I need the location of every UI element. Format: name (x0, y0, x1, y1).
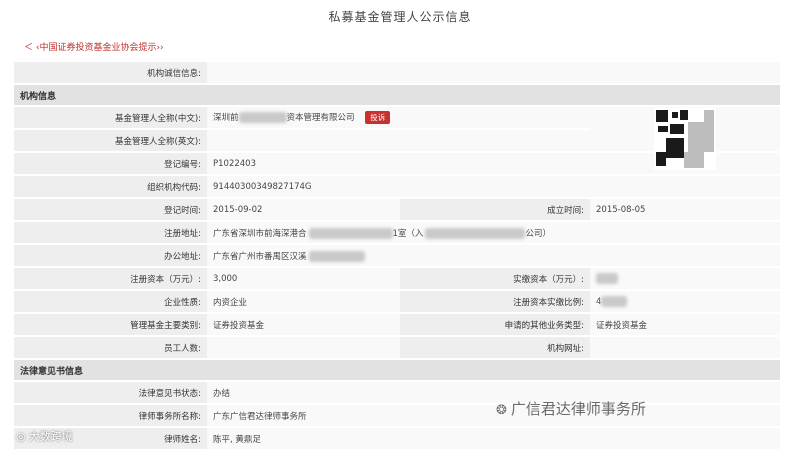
staff-label: 员工人数: (14, 336, 207, 360)
lawyer-value: 陈平, 黄鼎足 (207, 427, 780, 451)
section-header-org: 机构信息 (14, 84, 780, 107)
website-label: 机构网址: (400, 336, 590, 360)
paid-capital-value (590, 267, 780, 291)
reg-date-label: 登记时间: (14, 198, 207, 222)
legal-status-value: 办结 (207, 381, 780, 405)
table-row: 注册地址: 广东省深圳市前海深港合 1室（入 公司） (14, 221, 780, 245)
table-row: 组织机构代码: 91440300349827174G (14, 175, 780, 199)
watermark-source: ◎ 大数跨境 (16, 428, 73, 444)
est-date-label: 成立时间: (400, 198, 590, 222)
office-addr-start: 广东省广州市番禺区汉溪 (213, 251, 307, 262)
paid-capital-label: 实缴资本（万元）: (400, 267, 590, 291)
integrity-label: 机构诚信信息: (14, 62, 207, 85)
staff-value (207, 336, 400, 360)
qr-code-icon (654, 108, 716, 170)
breadcrumb-notice-link[interactable]: ＜ ‹中国证券投资基金业协会提示›› (24, 40, 164, 53)
legal-status-label: 法律意见书状态: (14, 381, 207, 405)
office-addr-value: 广东省广州市番禺区汉溪 (207, 244, 780, 268)
weibo-icon: ◎ (16, 430, 26, 443)
paid-ratio-label: 注册资本实缴比例: (400, 290, 590, 314)
table-row: 律师姓名: 陈平, 黄鼎足 (14, 427, 780, 451)
name-en-value (207, 129, 590, 153)
wechat-icon: ❂ (496, 403, 507, 418)
name-en-label: 基金管理人全称(英文): (14, 129, 207, 153)
name-cn-value: 深圳前 资本管理有限公司 投诉 (207, 106, 590, 130)
section-title-legal: 法律意见书信息 (14, 359, 780, 382)
table-row: 企业性质: 内资企业 注册资本实缴比例: 4 (14, 290, 780, 314)
redacted-block (238, 112, 287, 123)
watermark-law-firm: ❂ 广信君达律师事务所 (496, 398, 646, 419)
reg-no-label: 登记编号: (14, 152, 207, 176)
section-title-org: 机构信息 (14, 84, 780, 107)
law-firm-label: 律师事务所名称: (14, 404, 207, 428)
table-row: 律师事务所名称: 广东广信君达律师事务所 (14, 404, 780, 428)
reg-capital-value: 3,000 (207, 267, 400, 291)
complaint-badge[interactable]: 投诉 (365, 111, 391, 124)
table-row: 登记时间: 2015-09-02 成立时间: 2015-08-05 (14, 198, 780, 222)
reg-addr-value: 广东省深圳市前海深港合 1室（入 公司） (207, 221, 780, 245)
other-biz-label: 申请的其他业务类型: (400, 313, 590, 337)
fund-type-value: 证券投资基金 (207, 313, 400, 337)
reg-addr-start: 广东省深圳市前海深港合 (213, 228, 307, 239)
office-addr-label: 办公地址: (14, 244, 207, 268)
org-code-value: 91440300349827174G (207, 175, 780, 199)
page-title: 私募基金管理人公示信息 (328, 10, 472, 24)
reg-capital-label: 注册资本（万元）: (14, 267, 207, 291)
table-row: 管理基金主要类别: 证券投资基金 申请的其他业务类型: 证券投资基金 (14, 313, 780, 337)
org-code-label: 组织机构代码: (14, 175, 207, 199)
redacted-block (601, 296, 628, 307)
reg-addr-mid: 1室（入 (392, 228, 424, 239)
redacted-block (308, 250, 365, 262)
integrity-value (207, 62, 780, 85)
law-firm-value: 广东广信君达律师事务所 (207, 404, 780, 428)
name-cn-prefix: 深圳前 (213, 113, 239, 123)
redacted-block (596, 273, 618, 284)
paid-ratio-value: 4 (590, 290, 780, 314)
table-row: 法律意见书状态: 办结 (14, 381, 780, 405)
other-biz-value: 证券投资基金 (590, 313, 780, 337)
name-cn-suffix: 资本管理有限公司 (286, 113, 355, 123)
company-type-label: 企业性质: (14, 290, 207, 314)
reg-addr-end: 公司） (525, 228, 551, 239)
watermark-left-text: 大数跨境 (28, 430, 73, 443)
table-row: 机构诚信信息: (14, 62, 780, 85)
name-cn-label: 基金管理人全称(中文): (14, 106, 207, 130)
fund-type-label: 管理基金主要类别: (14, 313, 207, 337)
reg-addr-label: 注册地址: (14, 221, 207, 245)
table-row: 注册资本（万元）: 3,000 实缴资本（万元）: (14, 267, 780, 291)
section-header-legal: 法律意见书信息 (14, 359, 780, 382)
redacted-block (308, 227, 393, 239)
website-value (590, 336, 780, 360)
est-date-value: 2015-08-05 (590, 198, 780, 222)
table-row: 办公地址: 广东省广州市番禺区汉溪 (14, 244, 780, 268)
watermark-right-text: 广信君达律师事务所 (510, 400, 646, 418)
table-row: 员工人数: 机构网址: (14, 336, 780, 360)
redacted-block (425, 227, 526, 239)
company-type-value: 内资企业 (207, 290, 400, 314)
reg-date-value: 2015-09-02 (207, 198, 400, 222)
